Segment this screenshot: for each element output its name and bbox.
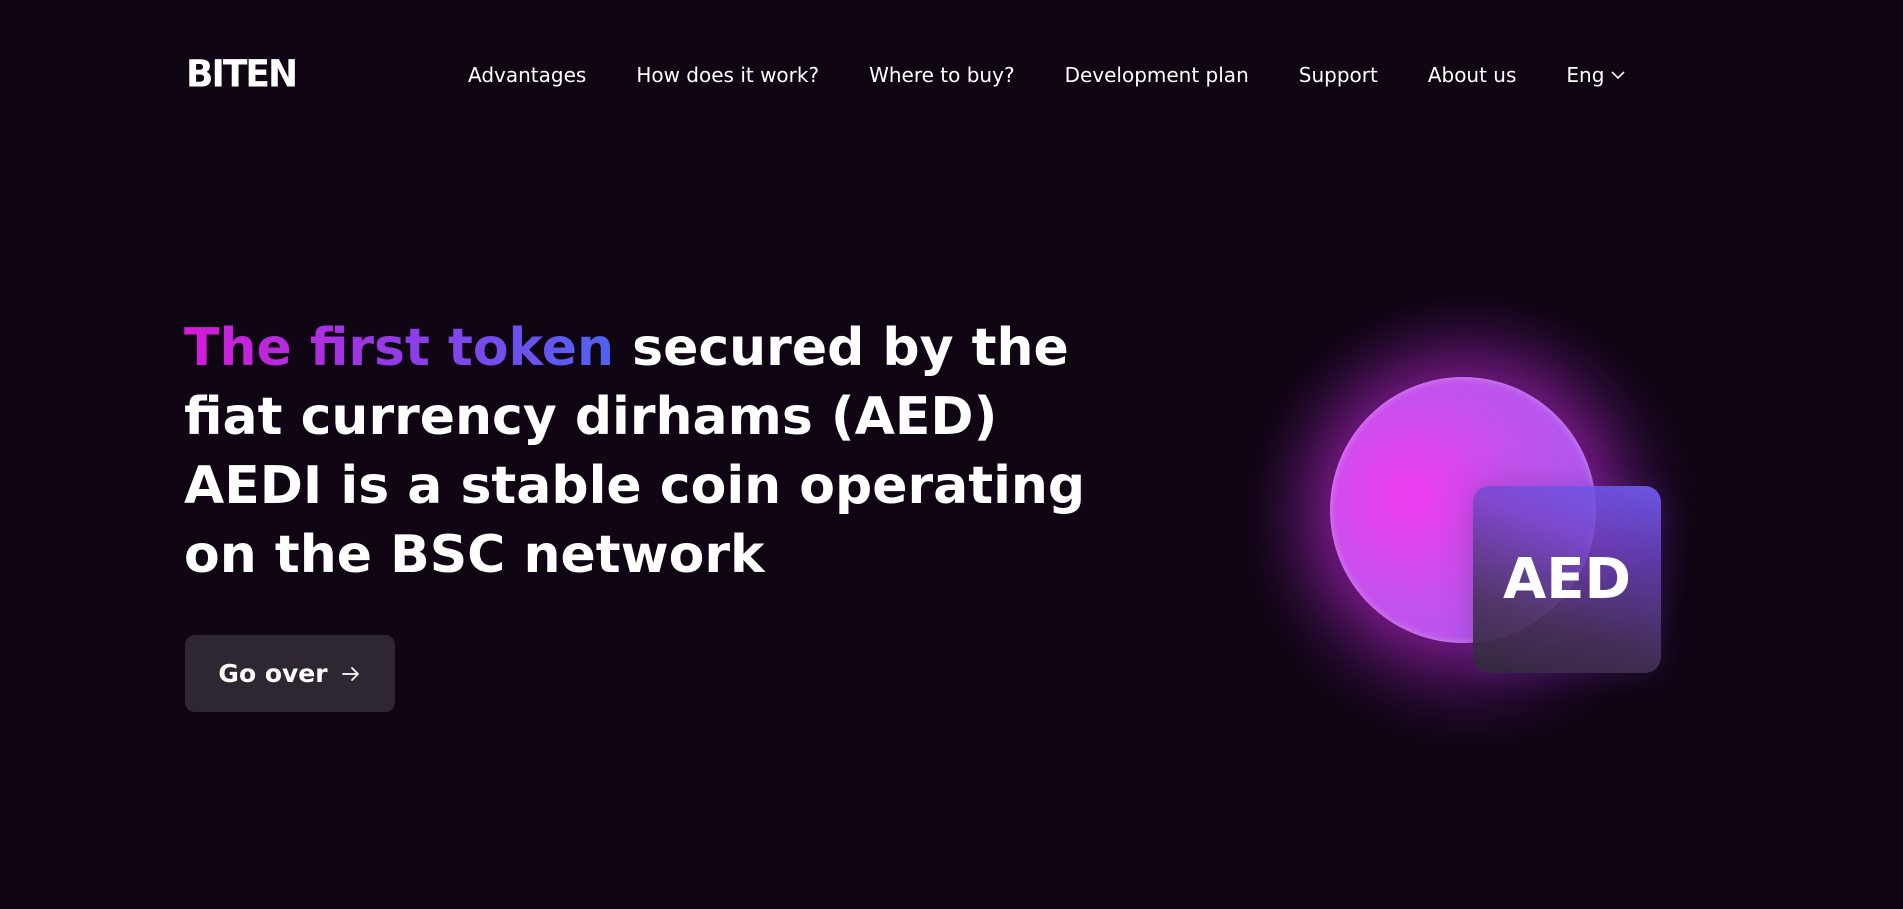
go-over-label: Go over: [218, 659, 328, 688]
go-over-button[interactable]: Go over: [185, 635, 395, 712]
aed-card: AED: [1473, 486, 1661, 673]
nav-development-plan[interactable]: Development plan: [1065, 58, 1249, 92]
chevron-down-icon: [1611, 71, 1625, 80]
nav-about-us[interactable]: About us: [1428, 58, 1517, 92]
hero-title-highlight: The first token: [184, 318, 615, 378]
logo[interactable]: BITEN: [186, 52, 298, 96]
main-nav: Advantages How does it work? Where to bu…: [468, 58, 1626, 92]
nav-advantages[interactable]: Advantages: [468, 58, 586, 92]
nav-how-it-works[interactable]: How does it work?: [636, 58, 819, 92]
hero-title: The first token secured by the fiat curr…: [184, 314, 1124, 590]
language-label: Eng: [1566, 63, 1605, 87]
page: BITEN Advantages How does it work? Where…: [0, 0, 1903, 909]
aed-card-label: AED: [1502, 547, 1632, 612]
nav-support[interactable]: Support: [1299, 58, 1378, 92]
language-selector[interactable]: Eng: [1566, 58, 1626, 92]
nav-where-to-buy[interactable]: Where to buy?: [869, 58, 1014, 92]
logo-text: BITEN: [186, 53, 298, 97]
arrow-right-icon: [341, 666, 359, 681]
